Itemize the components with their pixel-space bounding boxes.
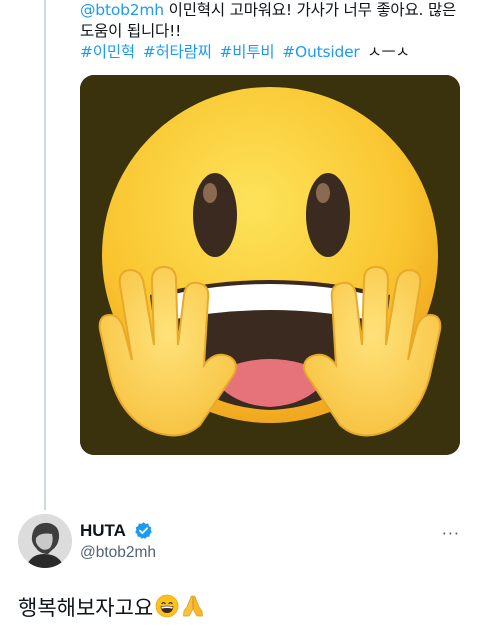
- author-display-name[interactable]: HUTA: [80, 521, 126, 541]
- avatar-photo-icon: [18, 514, 72, 568]
- hashtag-link[interactable]: #허타람찌: [143, 43, 212, 61]
- folded-hands-emoji-icon: [183, 595, 204, 617]
- thread-line: [44, 0, 46, 510]
- hashtag-link[interactable]: #이민혁: [80, 43, 135, 61]
- hashtag-list: #이민혁 #허타람찌 #비투비 #Outsider ㅅㅡㅅ: [80, 42, 472, 63]
- reply-text: @btob2mh 이민혁시 고마워요! 가사가 너무 좋아요. 많은 도움이 됩…: [80, 0, 472, 42]
- reply-tweet: @btob2mh 이민혁시 고마워요! 가사가 너무 좋아요. 많은 도움이 됩…: [80, 0, 472, 63]
- reply-text-line2: 도움이 됩니다!!: [80, 22, 182, 40]
- more-options-button[interactable]: ···: [442, 524, 460, 543]
- tweet-text: 행복해보자고요: [18, 592, 205, 622]
- hashtag-link[interactable]: #비투비: [219, 43, 274, 61]
- verified-badge-icon: [135, 522, 152, 539]
- avatar[interactable]: [18, 514, 72, 568]
- tweet-text-body: 행복해보자고요: [18, 596, 154, 620]
- reply-media-image[interactable]: [80, 75, 460, 455]
- tweet-author: HUTA @btob2mh ···: [18, 512, 468, 572]
- grinning-face-emoji-icon: [155, 594, 179, 618]
- reply-mention-link[interactable]: @btob2mh: [80, 1, 164, 19]
- author-names: HUTA @btob2mh: [80, 520, 156, 562]
- hashtag-link[interactable]: #Outsider: [282, 43, 360, 61]
- reply-tail-text: ㅅㅡㅅ: [367, 43, 410, 61]
- reply-text-line1: 이민혁시 고마워요! 가사가 너무 좋아요. 많은: [163, 1, 457, 19]
- hugging-face-emoji-icon: [80, 75, 460, 455]
- author-handle[interactable]: @btob2mh: [80, 544, 156, 562]
